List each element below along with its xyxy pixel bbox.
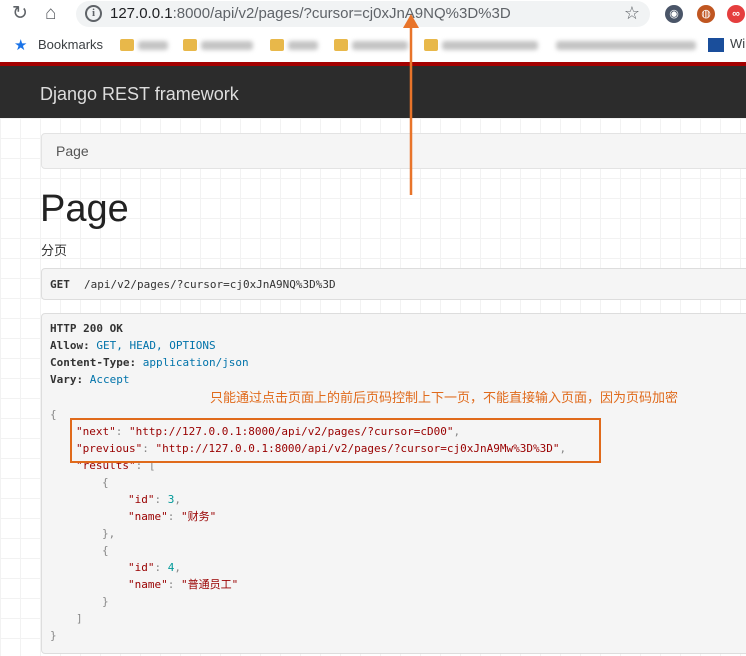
bookmarks-button[interactable]: Bookmarks [38, 37, 103, 52]
bookmark-item[interactable] [138, 41, 168, 50]
breadcrumb-item[interactable]: Page [56, 143, 89, 159]
bookmark-item[interactable] [352, 41, 408, 50]
json-item-open: { [102, 544, 109, 557]
request-method: GET [50, 278, 70, 291]
header-content-type: Content-Type: application/json [50, 356, 249, 369]
reload-icon[interactable]: ↻ [12, 4, 28, 23]
address-bar[interactable]: i 127.0.0.1:8000/api/v2/pages/?cursor=cj… [76, 1, 650, 27]
wiki-icon[interactable] [708, 38, 724, 52]
bookmarks-bar: ★ Bookmarks Wi [0, 32, 746, 58]
navbar: Django REST framework [0, 62, 746, 118]
json-item-id: "id": 3, [128, 493, 181, 506]
json-item-name: "name": "财务" [128, 510, 217, 523]
bookmark-item[interactable] [556, 41, 696, 50]
breadcrumb: Page [41, 133, 746, 169]
header-allow: Allow: GET, HEAD, OPTIONS [50, 339, 216, 352]
header-vary: Vary: Accept [50, 373, 130, 386]
highlight-box [70, 418, 601, 463]
page-description: 分页 [41, 243, 68, 258]
request-info: GET /api/v2/pages/?cursor=cj0xJnA9NQ%3D%… [41, 268, 746, 300]
home-icon[interactable]: ⌂ [45, 4, 56, 23]
extension-icon[interactable]: ◉ [665, 5, 683, 23]
response-info: HTTP 200 OK Allow: GET, HEAD, OPTIONS Co… [41, 313, 746, 654]
bookmark-item[interactable] [288, 41, 318, 50]
json-item-close: }, [102, 527, 116, 540]
navbar-brand[interactable]: Django REST framework [40, 84, 239, 105]
extension-icon[interactable]: ∞ [727, 5, 745, 23]
annotation-text: 只能通过点击页面上的前后页码控制上下一页，不能直接输入页面，因为页码加密 [210, 390, 679, 405]
json-item-close: } [102, 595, 109, 608]
json-item-open: { [102, 476, 109, 489]
url-text[interactable]: 127.0.0.1:8000/api/v2/pages/?cursor=cj0x… [110, 5, 511, 22]
bookmark-wiki[interactable]: Wi [730, 36, 745, 51]
page-title: Page [40, 188, 129, 230]
folder-icon[interactable] [424, 39, 438, 51]
json-close-brace: } [50, 629, 57, 642]
folder-icon[interactable] [183, 39, 197, 51]
response-status: HTTP 200 OK [50, 322, 123, 335]
bookmark-item[interactable] [442, 41, 538, 50]
info-icon[interactable]: i [85, 5, 102, 22]
bookmark-item[interactable] [201, 41, 253, 50]
json-item-id: "id": 4, [128, 561, 181, 574]
extension-icon[interactable]: ◍ [697, 5, 715, 23]
json-results-close: ] [76, 612, 83, 625]
request-path: /api/v2/pages/?cursor=cj0xJnA9NQ%3D%3D [84, 278, 336, 291]
bookmarks-star-icon: ★ [14, 37, 28, 54]
json-item-name: "name": "普通员工" [128, 578, 239, 591]
folder-icon[interactable] [120, 39, 134, 51]
json-open-brace: { [50, 408, 57, 421]
bookmark-star-icon[interactable]: ☆ [624, 3, 640, 24]
browser-toolbar: ↻ ⌂ i 127.0.0.1:8000/api/v2/pages/?curso… [0, 0, 746, 32]
folder-icon[interactable] [334, 39, 348, 51]
folder-icon[interactable] [270, 39, 284, 51]
